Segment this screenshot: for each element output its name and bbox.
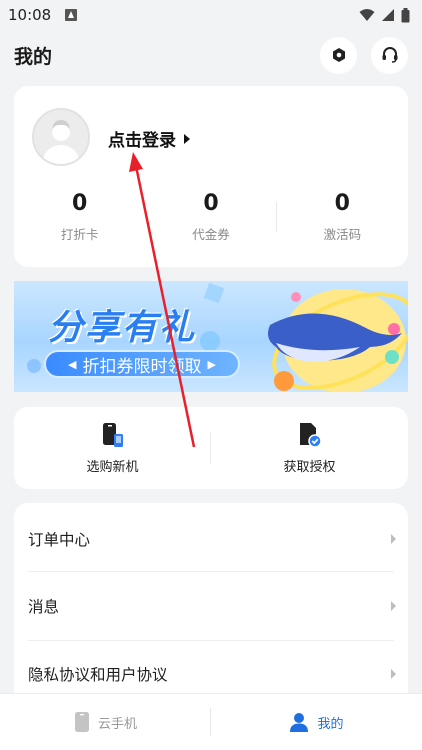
battery-icon <box>401 7 410 22</box>
action-label: 选购新机 <box>86 459 139 475</box>
phone-device-icon <box>102 422 123 447</box>
get-authorization-button[interactable]: 获取授权 <box>211 407 408 489</box>
menu-label: 消息 <box>28 598 60 616</box>
status-bar: 10:08 <box>0 0 422 30</box>
person-icon <box>290 713 309 732</box>
quick-actions-card: 选购新机 获取授权 <box>14 407 408 489</box>
signal-icon <box>382 9 394 21</box>
promo-banner[interactable]: 分享有礼 ◀ 折扣券限时领取 ▶ <box>14 281 408 392</box>
cloud-phone-icon <box>74 712 89 732</box>
status-left: 10:08 <box>8 6 78 24</box>
settings-button[interactable] <box>320 36 357 74</box>
bottom-tab-bar: 云手机 我的 <box>0 693 422 750</box>
hexagon-settings-icon <box>332 48 345 62</box>
headset-icon <box>382 47 397 63</box>
login-label: 点击登录 <box>108 131 176 151</box>
avatar[interactable] <box>32 108 90 166</box>
action-label: 获取授权 <box>283 459 336 475</box>
banner-title: 分享有礼 <box>48 308 197 348</box>
stat-value: 0 <box>203 191 219 216</box>
menu-list: 订单中心 消息 隐私协议和用户协议 <box>14 503 408 708</box>
stat-label: 代金券 <box>192 227 230 242</box>
default-avatar-icon <box>42 120 80 164</box>
menu-label: 隐私协议和用户协议 <box>28 666 168 684</box>
stat-value: 0 <box>72 191 88 216</box>
chevron-right-icon <box>391 534 396 544</box>
menu-label: 订单中心 <box>28 531 91 549</box>
pill-right-arrow-icon: ▶ <box>207 357 216 371</box>
menu-item-orders[interactable]: 订单中心 <box>28 505 396 573</box>
tab-mine[interactable]: 我的 <box>211 694 422 750</box>
page-header: 我的 <box>0 34 422 76</box>
banner-pill-text: 折扣券限时领取 <box>82 356 202 377</box>
status-time: 10:08 <box>8 6 52 24</box>
stats-row: 0 打折卡 0 代金券 0 激活码 <box>14 190 408 248</box>
wifi-icon <box>359 9 375 21</box>
buy-new-device-button[interactable]: 选购新机 <box>14 407 211 489</box>
stat-value: 0 <box>334 191 350 216</box>
tab-label: 云手机 <box>97 716 137 732</box>
stat-activation-code[interactable]: 0 激活码 <box>277 190 408 248</box>
login-button[interactable]: 点击登录 <box>108 126 190 151</box>
customer-service-button[interactable] <box>371 36 408 74</box>
status-right <box>359 7 410 23</box>
document-check-icon <box>299 422 322 448</box>
header-actions <box>320 36 408 74</box>
profile-card: 点击登录 0 打折卡 0 代金券 0 激活码 <box>14 86 408 267</box>
page-title: 我的 <box>14 45 53 68</box>
caret-right-icon <box>184 133 190 144</box>
stat-label: 打折卡 <box>60 227 99 242</box>
action-divider <box>210 432 211 464</box>
tab-divider <box>210 708 211 736</box>
tab-label: 我的 <box>317 716 344 732</box>
stat-divider <box>276 202 277 232</box>
chevron-right-icon <box>391 601 396 611</box>
banner-pill[interactable]: ◀ 折扣券限时领取 ▶ <box>44 350 240 378</box>
tab-cloud-phone[interactable]: 云手机 <box>0 694 211 750</box>
stat-voucher[interactable]: 0 代金券 <box>145 190 276 248</box>
stat-discount-card[interactable]: 0 打折卡 <box>14 190 145 248</box>
menu-item-messages[interactable]: 消息 <box>28 572 396 640</box>
pill-left-arrow-icon: ◀ <box>68 357 77 371</box>
notification-icon <box>65 9 78 21</box>
chevron-right-icon <box>391 669 396 679</box>
stat-label: 激活码 <box>323 227 362 242</box>
